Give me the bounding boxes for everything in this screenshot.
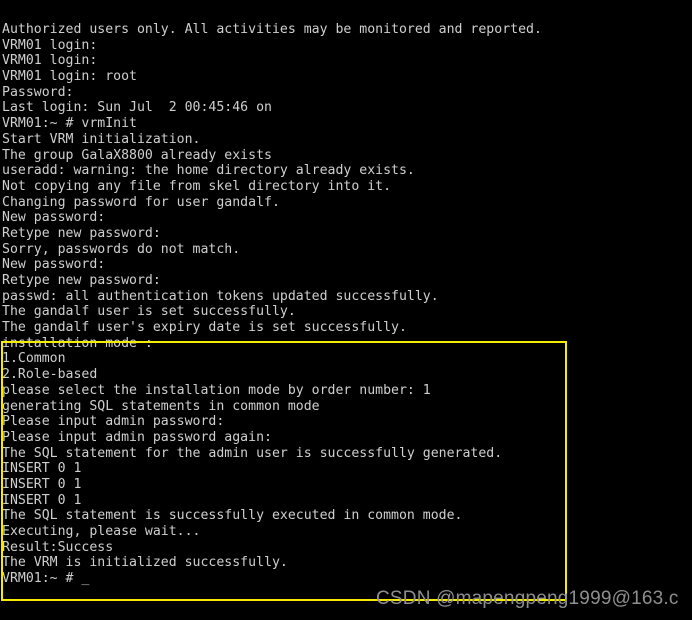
terminal-line: please select the installation mode by o… bbox=[2, 382, 431, 398]
terminal-line: The gandalf user is set successfully. bbox=[2, 304, 296, 320]
terminal-line: VRM01:~ # _ bbox=[2, 571, 90, 587]
terminal-line: The VRM is initialized successfully. bbox=[2, 555, 288, 571]
terminal-line: Not copying any file from skel directory… bbox=[2, 178, 392, 194]
terminal-line: Please input admin password again: bbox=[2, 429, 272, 445]
terminal-line: INSERT 0 1 bbox=[2, 461, 82, 477]
terminal-line: Authorized users only. All activities ma… bbox=[2, 22, 542, 37]
terminal-line: Password: bbox=[2, 84, 74, 100]
terminal-line: Start VRM initialization. bbox=[2, 131, 201, 147]
terminal-line: Changing password for user gandalf. bbox=[2, 194, 280, 210]
terminal-line: INSERT 0 1 bbox=[2, 492, 82, 508]
terminal-line: useradd: warning: the home directory alr… bbox=[2, 163, 415, 179]
terminal-line: passwd: all authentication tokens update… bbox=[2, 288, 439, 304]
terminal-line: VRM01 login: root bbox=[2, 69, 137, 85]
terminal-output[interactable]: Authorized users only. All activities ma… bbox=[2, 22, 692, 587]
terminal-line: The gandalf user's expiry date is set su… bbox=[2, 320, 407, 336]
terminal-line: The SQL statement is successfully execut… bbox=[2, 508, 463, 524]
terminal-line: installation mode : bbox=[2, 335, 153, 351]
terminal-line: Last login: Sun Jul 2 00:45:46 on bbox=[2, 100, 272, 116]
terminal-line: New password: bbox=[2, 257, 106, 273]
terminal-line: INSERT 0 1 bbox=[2, 476, 82, 492]
terminal-line: 1.Common bbox=[2, 351, 66, 367]
terminal-line: 2.Role-based bbox=[2, 367, 98, 383]
watermark-text: CSDN @mapengpeng1999@163.c bbox=[376, 588, 679, 609]
terminal-line: Please input admin password: bbox=[2, 414, 225, 430]
terminal-line: The group GalaX8800 already exists bbox=[2, 147, 272, 163]
terminal-line: Executing, please wait... bbox=[2, 524, 201, 539]
terminal-line: Retype new password: bbox=[2, 273, 161, 288]
terminal-screen[interactable]: Authorized users only. All activities ma… bbox=[0, 0, 692, 620]
terminal-line: Result:Success bbox=[2, 539, 114, 555]
terminal-line: VRM01 login: bbox=[2, 53, 98, 69]
terminal-line: Sorry, passwords do not match. bbox=[2, 241, 241, 257]
terminal-line: The SQL statement for the admin user is … bbox=[2, 445, 503, 461]
terminal-line: VRM01:~ # vrmInit bbox=[2, 116, 137, 132]
terminal-line: VRM01 login: bbox=[2, 37, 98, 53]
terminal-line: Retype new password: bbox=[2, 225, 161, 241]
terminal-line: New password: bbox=[2, 210, 106, 226]
terminal-line: generating SQL statements in common mode bbox=[2, 398, 320, 414]
